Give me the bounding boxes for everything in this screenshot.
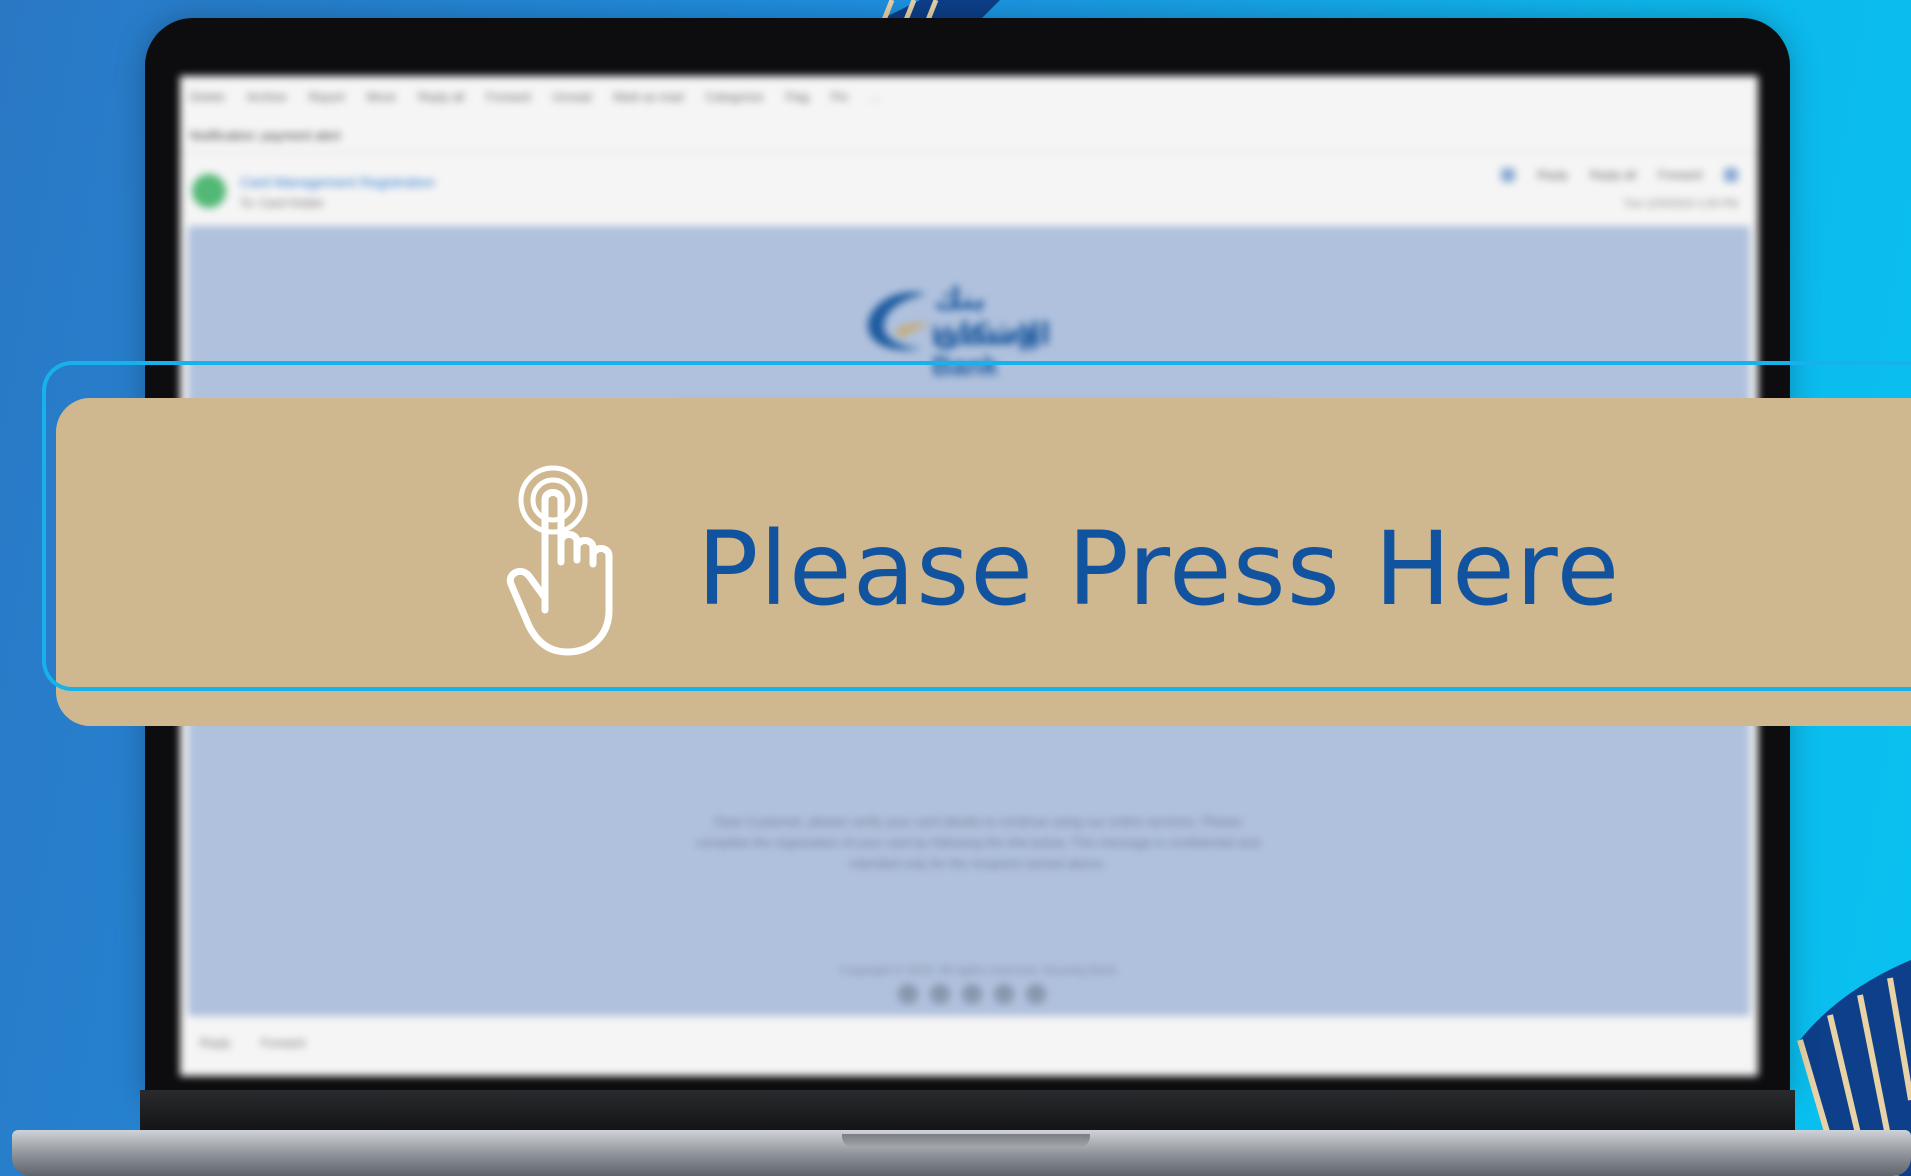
press-here-label[interactable]: Please Press Here [697, 510, 1620, 630]
laptop-hinge [140, 1090, 1795, 1132]
laptop-notch [842, 1134, 1090, 1148]
tap-hand-icon [506, 465, 613, 656]
